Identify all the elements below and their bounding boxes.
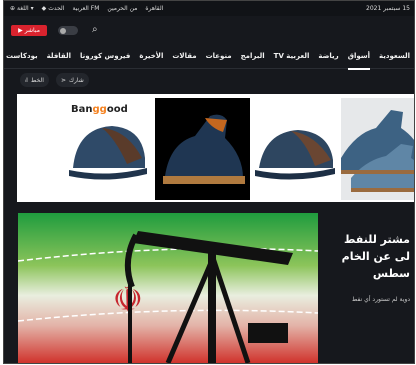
share-icon: ⋖	[61, 76, 67, 84]
toggle-knob	[60, 27, 66, 34]
top-link-hadath-label: الحدث	[48, 5, 65, 12]
article-subtitle: دوية لم تستورد أي نفط	[351, 296, 410, 303]
header-row: مباشر ▶ ⌕	[4, 17, 414, 41]
dark-mode-toggle[interactable]	[58, 26, 78, 35]
nav-item-sports[interactable]: رياضة	[318, 44, 338, 70]
ad-product-shoes-2[interactable]	[341, 98, 414, 200]
share-button[interactable]: شارك ⋖	[56, 73, 89, 87]
date-text: 15 سبتمبر 2021	[366, 5, 410, 12]
browser-page: 15 سبتمبر 2021 القاهرة من الحرمين العربي…	[3, 0, 415, 364]
nav-item-tv[interactable]: العربية TV	[274, 44, 310, 70]
headline-line-2: لى عن الخام	[341, 250, 410, 263]
top-bar: 15 سبتمبر 2021 القاهرة من الحرمين العربي…	[4, 1, 414, 16]
search-icon[interactable]: ⌕	[92, 24, 98, 35]
font-label: الخط	[30, 76, 44, 84]
top-links: القاهرة من الحرمين العربية FM ◆ الحدث ⊕ …	[10, 5, 163, 12]
nav-item-variety[interactable]: منوعات	[206, 44, 232, 70]
font-size-icon: ᵢI	[25, 76, 28, 84]
cap-image-2	[253, 98, 338, 200]
ad-banner[interactable]: Banggood	[17, 94, 414, 202]
svg-text:☫: ☫	[113, 280, 143, 320]
chevron-down-icon: ▾	[30, 5, 34, 12]
nav-item-last[interactable]: الأخيرة	[139, 44, 163, 70]
font-size-button[interactable]: الخط ᵢI	[20, 73, 49, 87]
headline-line-1: مشتر للنفط	[344, 233, 410, 246]
ad-product-shoe-1[interactable]	[155, 98, 250, 200]
language-menu[interactable]: ⊕ اللغة ▾	[10, 5, 34, 12]
nav-item-caravan[interactable]: القافلة	[47, 44, 71, 70]
nav-item-markets[interactable]: أسواق	[347, 44, 371, 70]
nav-item-programs[interactable]: البرامج	[241, 44, 265, 70]
article-tools: شارك ⋖ الخط ᵢI	[4, 68, 414, 92]
nav-item-saudi[interactable]: السعودية	[379, 44, 410, 70]
globe-icon: ⊕	[10, 5, 16, 12]
nav-item-podcast[interactable]: بودكاست	[6, 44, 38, 70]
share-label: شارك	[69, 76, 84, 84]
top-link-cairo[interactable]: القاهرة	[145, 5, 163, 12]
play-icon: ▶	[18, 27, 23, 34]
nav-item-articles[interactable]: مقالات	[172, 44, 196, 70]
shoes-image	[341, 98, 414, 200]
live-label: مباشر	[24, 27, 40, 34]
main-nav: السعودية أسواق رياضة العربية TV البرامج …	[4, 44, 414, 70]
banggood-logo: Banggood	[71, 104, 128, 115]
top-link-hadath[interactable]: ◆ الحدث	[42, 5, 65, 12]
hadath-icon: ◆	[41, 5, 47, 12]
top-link-fm[interactable]: العربية FM	[72, 5, 99, 12]
language-label: اللغة	[17, 5, 29, 12]
top-link-haramain[interactable]: من الحرمين	[107, 5, 137, 12]
iran-oil-pump-image: ☫	[18, 213, 318, 363]
article-headline[interactable]: مشتر للنفط لى عن الخام سطس	[320, 231, 410, 282]
nav-item-corona[interactable]: فيروس كورونا	[80, 44, 130, 70]
shoe-image	[155, 98, 250, 200]
ad-product-cap-2[interactable]	[253, 98, 338, 200]
article-hero-image[interactable]: ☫	[18, 213, 318, 363]
headline-line-3: سطس	[372, 267, 410, 280]
live-button[interactable]: مباشر ▶	[11, 25, 47, 36]
